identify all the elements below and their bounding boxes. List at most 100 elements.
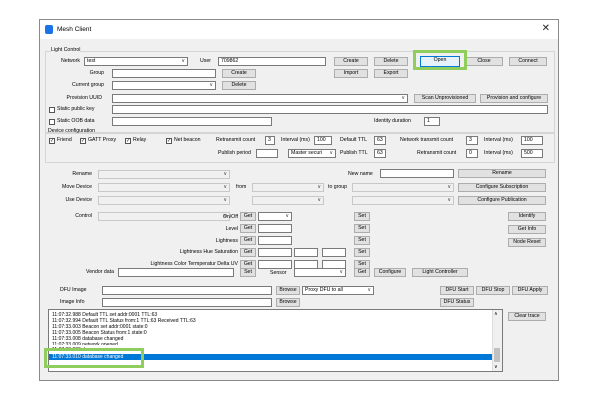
network-value: test <box>87 58 96 64</box>
delete-network-button[interactable]: Delete <box>374 57 408 66</box>
static-public-key-input[interactable] <box>112 105 548 114</box>
dfu-stop-button[interactable]: DFU Stop <box>476 286 510 295</box>
app-icon <box>45 25 53 34</box>
level-input[interactable] <box>258 224 292 233</box>
static-oob-input[interactable] <box>112 117 272 126</box>
vendor-set-button[interactable]: Set <box>240 268 256 277</box>
vendor-data-input[interactable] <box>118 268 234 277</box>
from-group-select[interactable]: ∨ <box>252 183 324 192</box>
configure-publication-button[interactable]: Configure Publication <box>458 196 546 205</box>
hue-input[interactable] <box>294 248 318 257</box>
onoff-get-button[interactable]: Get <box>240 212 256 221</box>
level-get-button[interactable]: Get <box>240 224 256 233</box>
proxy-dfu-select[interactable]: Proxy DFU to all ∨ <box>302 286 374 295</box>
sensor-configure-button[interactable]: Configure <box>374 268 406 277</box>
dfu-apply-button[interactable]: DFU Apply <box>512 286 548 295</box>
node-reset-button[interactable]: Node Reset <box>508 238 546 247</box>
use-device-select[interactable]: ∨ <box>98 196 230 205</box>
current-group-select[interactable]: ∨ <box>112 81 216 90</box>
image-info-label: Image Info <box>60 299 85 305</box>
lightness-get-button[interactable]: Get <box>240 236 256 245</box>
control-label: Control <box>75 213 92 219</box>
connect-button[interactable]: Connect <box>509 57 547 66</box>
delete-group-button[interactable]: Delete <box>222 81 256 90</box>
gatt-proxy-checkbox[interactable]: ✓ <box>80 138 86 144</box>
rename-button[interactable]: Rename <box>458 169 546 178</box>
image-info-input[interactable] <box>102 298 272 307</box>
new-name-input[interactable] <box>380 169 454 178</box>
use-device-element-select[interactable]: ∨ <box>352 196 454 205</box>
light-controller-button[interactable]: Light Controller <box>412 268 468 277</box>
network-select[interactable]: test ∨ <box>84 57 188 66</box>
create-network-button[interactable]: Create <box>334 57 368 66</box>
user-input[interactable]: 709862 <box>218 57 326 66</box>
identify-button[interactable]: Identify <box>508 212 546 221</box>
static-public-key-checkbox[interactable] <box>49 107 55 113</box>
interval-label: Interval (ms) <box>281 137 310 143</box>
retransmit-count-input[interactable]: 3 <box>265 136 275 145</box>
log-scrollbar[interactable]: ∧ ∨ <box>492 310 502 371</box>
dfu-status-button[interactable]: DFU Status <box>440 298 474 307</box>
onoff-set-button[interactable]: Set <box>354 212 370 221</box>
sensor-select[interactable]: ∨ <box>294 268 346 277</box>
provision-configure-button[interactable]: Provision and configure <box>480 94 548 103</box>
net-beacon-label: Net beacon <box>174 137 201 143</box>
dfu-start-button[interactable]: DFU Start <box>440 286 474 295</box>
hue-saturation-set-button[interactable]: Set <box>354 248 370 257</box>
level-set-button[interactable]: Set <box>354 224 370 233</box>
lightness-input[interactable] <box>258 236 292 245</box>
configure-subscription-button[interactable]: Configure Subscription <box>458 183 546 192</box>
scroll-thumb[interactable] <box>494 348 500 362</box>
net-interval-input[interactable]: 100 <box>521 136 543 145</box>
relay-checkbox[interactable]: ✓ <box>125 138 131 144</box>
log-line[interactable]: 11:07:33.009 network opened <box>52 342 118 345</box>
get-info-button[interactable]: Get Info <box>508 225 546 234</box>
scroll-up-icon[interactable]: ∧ <box>494 311 498 317</box>
dfu-image-browse-button[interactable]: Browse <box>276 286 300 295</box>
default-ttl-input[interactable]: 63 <box>374 136 386 145</box>
saturation-input[interactable] <box>322 248 346 257</box>
rename-device-select[interactable]: ∨ <box>98 170 230 179</box>
interval-input[interactable]: 100 <box>314 136 332 145</box>
hue-saturation-lightness-input[interactable] <box>258 248 292 257</box>
group-name-input[interactable] <box>112 69 216 78</box>
net-transmit-count-input[interactable]: 3 <box>466 136 478 145</box>
provision-uuid-select[interactable]: ∨ <box>112 94 408 103</box>
publish-ttl-input[interactable]: 63 <box>374 149 386 158</box>
export-button[interactable]: Export <box>374 69 408 78</box>
color-temp-lightness-input[interactable] <box>258 260 292 269</box>
sensor-get-button[interactable]: Get <box>354 268 370 277</box>
close-network-button[interactable]: Close <box>465 57 503 66</box>
title-bar: Mesh Client ✕ <box>39 19 559 39</box>
move-device-select[interactable]: ∨ <box>98 183 230 192</box>
use-device-model-select[interactable]: ∨ <box>252 196 324 205</box>
publish-period-input[interactable] <box>256 149 278 158</box>
close-icon[interactable]: ✕ <box>542 23 550 34</box>
chevron-down-icon: ∨ <box>367 287 371 293</box>
import-button[interactable]: Import <box>334 69 368 78</box>
open-button-highlight <box>413 50 467 70</box>
net-beacon-checkbox[interactable]: ✓ <box>166 138 172 144</box>
scroll-down-icon[interactable]: ∨ <box>494 364 498 370</box>
static-public-key-label: Static public key <box>57 106 95 112</box>
static-oob-checkbox[interactable] <box>49 119 55 125</box>
master-security-select[interactable]: Master securi ∨ <box>288 149 336 158</box>
identity-duration-input[interactable]: 1 <box>424 117 440 126</box>
hue-saturation-get-button[interactable]: Get <box>240 248 256 257</box>
dfu-image-input[interactable] <box>102 286 272 295</box>
master-security-value: Master securi <box>291 150 323 156</box>
default-ttl-label: Default TTL <box>340 137 368 143</box>
clear-trace-button[interactable]: Clear trace <box>508 312 546 321</box>
hue-saturation-label: Lightness Hue Saturation <box>179 249 238 255</box>
onoff-select[interactable]: ∨ <box>258 212 292 221</box>
create-group-button[interactable]: Create <box>222 69 256 78</box>
friend-checkbox[interactable]: ✓ <box>49 138 55 144</box>
interval2-input[interactable]: 500 <box>521 149 543 158</box>
image-info-browse-button[interactable]: Browse <box>276 298 300 307</box>
to-group-select[interactable]: ∨ <box>352 183 454 192</box>
interval2-label: Interval (ms) <box>484 150 513 156</box>
retransmit-count2-input[interactable]: 0 <box>466 149 478 158</box>
provision-uuid-label: Provision UUID <box>66 95 102 101</box>
lightness-set-button[interactable]: Set <box>354 236 370 245</box>
scan-unprovisioned-button[interactable]: Scan Unprovisioned <box>414 94 476 103</box>
